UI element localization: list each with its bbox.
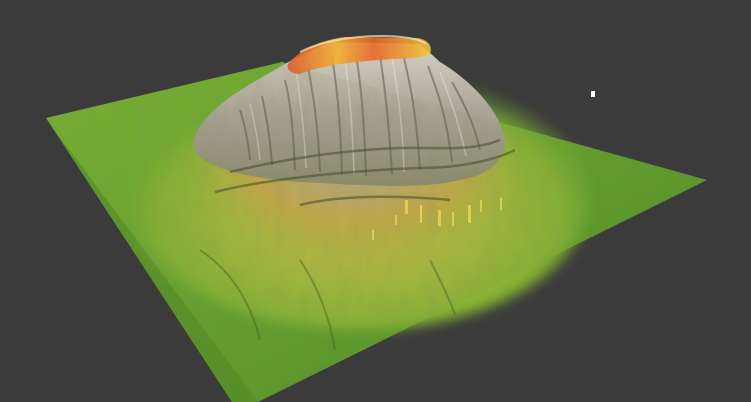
pointer-icon	[591, 91, 595, 97]
terrain-render[interactable]	[0, 0, 751, 402]
3d-viewport[interactable]	[0, 0, 751, 402]
terrain-texture	[46, 62, 707, 402]
